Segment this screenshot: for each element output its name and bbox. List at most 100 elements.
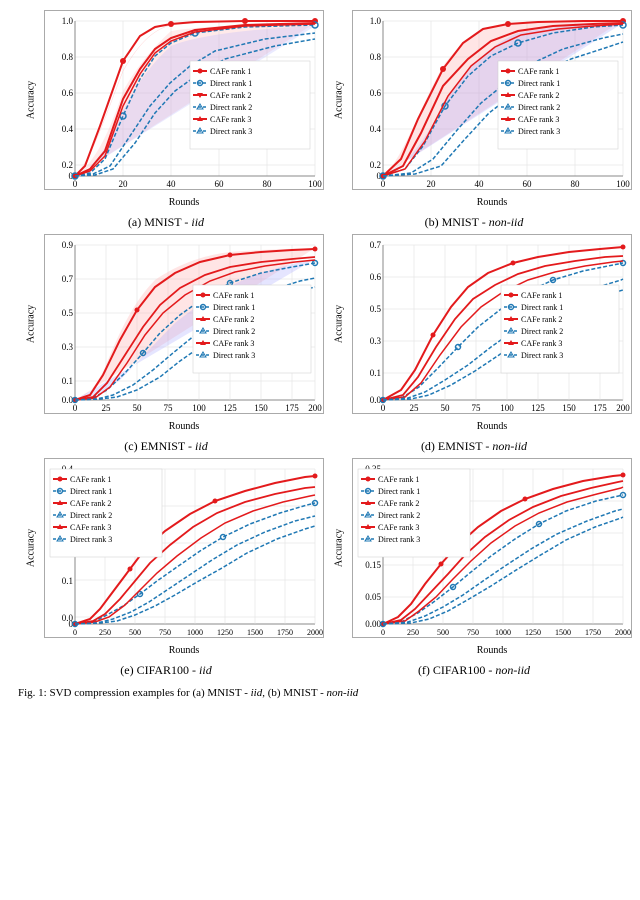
svg-text:0.6: 0.6 bbox=[62, 88, 74, 98]
svg-text:Direct rank 1: Direct rank 1 bbox=[378, 487, 420, 496]
svg-text:50: 50 bbox=[133, 403, 143, 413]
svg-text:0.1: 0.1 bbox=[62, 576, 73, 586]
svg-text:0.00: 0.00 bbox=[365, 619, 381, 629]
svg-text:1.0: 1.0 bbox=[62, 16, 74, 26]
svg-text:150: 150 bbox=[254, 403, 268, 413]
svg-text:175: 175 bbox=[285, 403, 299, 413]
y-axis-label-a: Accuracy bbox=[26, 81, 37, 119]
svg-text:20: 20 bbox=[427, 179, 437, 189]
svg-text:CAFe rank 2: CAFe rank 2 bbox=[521, 315, 562, 324]
svg-text:100: 100 bbox=[616, 179, 630, 189]
svg-text:CAFe rank 1: CAFe rank 1 bbox=[70, 475, 111, 484]
svg-text:1.0: 1.0 bbox=[370, 16, 382, 26]
caption-b: (b) MNIST - non-iid bbox=[425, 215, 524, 230]
svg-text:0.0: 0.0 bbox=[62, 613, 74, 623]
chart-svg-b: 0 0.8 0.6 0.4 0.2 1.0 0 20 40 60 80 100 bbox=[353, 11, 633, 191]
chart-area-d: 0.0 0.1 0.3 0.5 0.6 0.7 0 25 50 75 100 1… bbox=[352, 234, 632, 414]
chart-area-f: 0.00 0.05 0.15 0.25 0.30 0.35 0 250 500 … bbox=[352, 458, 632, 638]
svg-text:0: 0 bbox=[381, 403, 386, 413]
svg-text:125: 125 bbox=[223, 403, 237, 413]
chart-wrapper-e: Accuracy bbox=[44, 458, 324, 638]
svg-text:Direct rank 3: Direct rank 3 bbox=[378, 535, 420, 544]
x-axis-label-b: Rounds bbox=[477, 197, 508, 208]
svg-text:0: 0 bbox=[73, 403, 78, 413]
page: Accuracy bbox=[0, 0, 640, 900]
svg-text:Direct rank 3: Direct rank 3 bbox=[70, 535, 112, 544]
svg-text:Direct rank 3: Direct rank 3 bbox=[521, 351, 563, 360]
svg-text:200: 200 bbox=[308, 403, 322, 413]
svg-text:150: 150 bbox=[562, 403, 576, 413]
caption-a: (a) MNIST - iid bbox=[128, 215, 204, 230]
svg-text:CAFe rank 2: CAFe rank 2 bbox=[70, 499, 111, 508]
row-mnist: Accuracy bbox=[4, 8, 636, 232]
caption-e: (e) CIFAR100 - iid bbox=[120, 663, 211, 678]
x-axis-label-d: Rounds bbox=[477, 421, 508, 432]
svg-text:CAFe rank 3: CAFe rank 3 bbox=[378, 523, 419, 532]
svg-text:0.9: 0.9 bbox=[62, 240, 74, 250]
chart-area-c: 0.0 0.1 0.3 0.5 0.7 0.9 0 25 50 75 100 1… bbox=[44, 234, 324, 414]
svg-text:0.3: 0.3 bbox=[370, 336, 382, 346]
svg-text:Direct rank 1: Direct rank 1 bbox=[518, 79, 560, 88]
caption-f: (f) CIFAR100 - non-iid bbox=[418, 663, 530, 678]
svg-text:Direct rank 1: Direct rank 1 bbox=[70, 487, 112, 496]
y-axis-label-d: Accuracy bbox=[334, 305, 345, 343]
svg-text:200: 200 bbox=[616, 403, 630, 413]
chart-area-b: 0 0.8 0.6 0.4 0.2 1.0 0 20 40 60 80 100 bbox=[352, 10, 632, 190]
svg-text:100: 100 bbox=[500, 403, 514, 413]
chart-cell-a: Accuracy bbox=[16, 10, 316, 230]
chart-wrapper-b: Accuracy 0 bbox=[352, 10, 632, 190]
svg-text:100: 100 bbox=[192, 403, 206, 413]
svg-text:1250: 1250 bbox=[525, 628, 541, 637]
svg-text:0.0: 0.0 bbox=[370, 395, 382, 405]
svg-text:75: 75 bbox=[164, 403, 174, 413]
svg-text:CAFe rank 2: CAFe rank 2 bbox=[518, 91, 559, 100]
svg-text:0: 0 bbox=[73, 179, 78, 189]
svg-text:2000: 2000 bbox=[307, 628, 323, 637]
svg-text:0.5: 0.5 bbox=[62, 308, 74, 318]
svg-text:0.6: 0.6 bbox=[370, 272, 382, 282]
svg-text:500: 500 bbox=[129, 628, 141, 637]
svg-text:Direct rank 1: Direct rank 1 bbox=[210, 79, 252, 88]
y-axis-label-c: Accuracy bbox=[26, 305, 37, 343]
svg-text:Direct rank 1: Direct rank 1 bbox=[213, 303, 255, 312]
caption-c: (c) EMNIST - iid bbox=[124, 439, 207, 454]
svg-text:250: 250 bbox=[99, 628, 111, 637]
svg-text:80: 80 bbox=[571, 179, 581, 189]
svg-text:100: 100 bbox=[308, 179, 322, 189]
chart-wrapper-f: Accuracy bbox=[352, 458, 632, 638]
svg-text:CAFe rank 3: CAFe rank 3 bbox=[213, 339, 254, 348]
y-axis-label-b: Accuracy bbox=[334, 81, 345, 119]
row-emnist: Accuracy bbox=[4, 232, 636, 456]
svg-text:CAFe rank 1: CAFe rank 1 bbox=[518, 67, 559, 76]
chart-wrapper-a: Accuracy bbox=[44, 10, 324, 190]
svg-text:750: 750 bbox=[159, 628, 171, 637]
svg-text:80: 80 bbox=[263, 179, 273, 189]
chart-wrapper-c: Accuracy bbox=[44, 234, 324, 414]
svg-text:Direct rank 3: Direct rank 3 bbox=[213, 351, 255, 360]
svg-text:0.6: 0.6 bbox=[370, 88, 382, 98]
chart-wrapper-d: Accuracy bbox=[352, 234, 632, 414]
svg-text:CAFe rank 1: CAFe rank 1 bbox=[213, 291, 254, 300]
svg-text:0.4: 0.4 bbox=[370, 124, 382, 134]
svg-text:60: 60 bbox=[523, 179, 533, 189]
svg-text:0: 0 bbox=[381, 179, 386, 189]
svg-text:Direct rank 3: Direct rank 3 bbox=[210, 127, 252, 136]
chart-cell-c: Accuracy bbox=[16, 234, 316, 454]
svg-text:60: 60 bbox=[215, 179, 225, 189]
chart-cell-e: Accuracy bbox=[16, 458, 316, 678]
svg-text:0.05: 0.05 bbox=[365, 592, 381, 602]
svg-text:1500: 1500 bbox=[555, 628, 571, 637]
x-axis-label-c: Rounds bbox=[169, 421, 200, 432]
svg-text:1250: 1250 bbox=[217, 628, 233, 637]
svg-text:CAFe rank 1: CAFe rank 1 bbox=[210, 67, 251, 76]
svg-text:CAFe rank 3: CAFe rank 3 bbox=[521, 339, 562, 348]
svg-text:Direct rank 2: Direct rank 2 bbox=[70, 511, 112, 520]
chart-cell-f: Accuracy bbox=[324, 458, 624, 678]
svg-text:0.7: 0.7 bbox=[62, 274, 74, 284]
svg-text:50: 50 bbox=[441, 403, 451, 413]
caption-d: (d) EMNIST - non-iid bbox=[421, 439, 527, 454]
svg-text:Direct rank 2: Direct rank 2 bbox=[210, 103, 252, 112]
svg-text:0.15: 0.15 bbox=[365, 560, 381, 570]
chart-area-a: 0 0.2 0.4 0.6 0.8 1.0 0 20 40 60 80 100 bbox=[44, 10, 324, 190]
svg-text:CAFe rank 3: CAFe rank 3 bbox=[518, 115, 559, 124]
